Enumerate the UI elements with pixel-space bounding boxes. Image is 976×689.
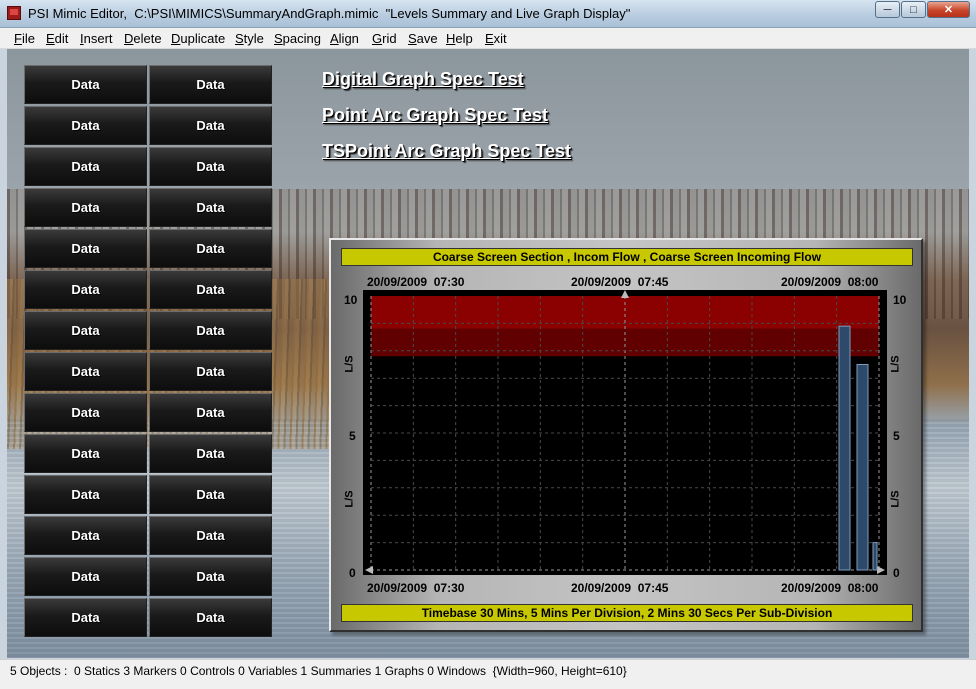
data-button[interactable]: Data [149, 147, 272, 186]
menu-delete[interactable]: Delete [124, 31, 162, 46]
y-tick-left-max: 10 [344, 293, 358, 307]
data-button[interactable]: Data [149, 352, 272, 391]
data-button[interactable]: Data [24, 434, 147, 473]
data-button[interactable]: Data [24, 106, 147, 145]
live-graph[interactable]: Coarse Screen Section , Incom Flow , Coa… [329, 238, 923, 632]
window-title: PSI Mimic Editor, C:\PSI\MIMICS\SummaryA… [28, 6, 631, 21]
data-button[interactable]: Data [24, 352, 147, 391]
data-button[interactable]: Data [24, 147, 147, 186]
y-unit-right-upper: L/S [889, 355, 902, 373]
link-tspoint-arc-graph-spec-test[interactable]: TSPoint Arc Graph Spec Test [322, 141, 571, 162]
mimic-canvas[interactable]: Data Data Data Data Data Data Data Data Data Data… [7, 49, 969, 658]
data-button[interactable]: Data [24, 516, 147, 555]
flow-bar [872, 542, 878, 571]
maximize-button[interactable]: □ [901, 1, 926, 18]
data-button[interactable]: Data [149, 270, 272, 309]
data-button[interactable]: Data [149, 475, 272, 514]
minimize-button[interactable]: ─ [875, 1, 900, 18]
graph-plot-area [363, 290, 887, 575]
menu-bar: File Edit Insert Delete Duplicate Style … [0, 28, 976, 49]
data-button[interactable]: Data [24, 188, 147, 227]
data-button[interactable]: Data [24, 270, 147, 309]
data-button[interactable]: Data [149, 229, 272, 268]
data-button[interactable]: Data [149, 188, 272, 227]
data-button[interactable]: Data [24, 311, 147, 350]
graph-title: Coarse Screen Section , Incom Flow , Coa… [341, 248, 913, 266]
data-button[interactable]: Data [149, 557, 272, 596]
time-label-bottom-start: 20/09/2009 07:30 [367, 581, 465, 595]
data-button[interactable]: Data [149, 393, 272, 432]
menu-save[interactable]: Save [408, 31, 438, 46]
data-button[interactable]: Data [24, 229, 147, 268]
data-button[interactable]: Data [149, 311, 272, 350]
flow-bar [856, 364, 869, 571]
menu-style[interactable]: Style [235, 31, 264, 46]
data-button[interactable]: Data [24, 65, 147, 104]
status-text: 5 Objects : 0 Statics 3 Markers 0 Contro… [10, 664, 627, 678]
close-button[interactable]: ✕ [927, 1, 970, 18]
time-label-top-end: 20/09/2009 08:00 [781, 275, 879, 289]
flow-bar [838, 325, 851, 571]
data-button[interactable]: Data [149, 106, 272, 145]
menu-duplicate[interactable]: Duplicate [171, 31, 225, 46]
data-button[interactable]: Data [24, 557, 147, 596]
menu-help[interactable]: Help [446, 31, 473, 46]
y-tick-right-max: 10 [893, 293, 907, 307]
y-tick-right-mid: 5 [893, 429, 900, 443]
menu-spacing[interactable]: Spacing [274, 31, 321, 46]
time-label-top-start: 20/09/2009 07:30 [367, 275, 465, 289]
status-bar: 5 Objects : 0 Statics 3 Markers 0 Contro… [0, 659, 976, 689]
time-label-bottom-end: 20/09/2009 08:00 [781, 581, 879, 595]
data-button[interactable]: Data [149, 65, 272, 104]
menu-align[interactable]: Align [330, 31, 359, 46]
y-unit-left-lower: L/S [343, 490, 356, 508]
data-button[interactable]: Data [149, 516, 272, 555]
link-digital-graph-spec-test[interactable]: Digital Graph Spec Test [322, 69, 524, 90]
graph-timebase-footer: Timebase 30 Mins, 5 Mins Per Division, 2… [341, 604, 913, 622]
data-button[interactable]: Data [149, 434, 272, 473]
y-unit-left-upper: L/S [343, 355, 356, 373]
menu-exit[interactable]: Exit [485, 31, 507, 46]
title-bar: PSI Mimic Editor, C:\PSI\MIMICS\SummaryA… [0, 0, 976, 28]
window-controls: ─ □ ✕ [874, 1, 970, 18]
y-tick-left-mid: 5 [349, 429, 356, 443]
menu-file[interactable]: File [14, 31, 35, 46]
menu-grid[interactable]: Grid [372, 31, 397, 46]
data-button[interactable]: Data [24, 598, 147, 637]
data-button[interactable]: Data [24, 475, 147, 514]
data-button[interactable]: Data [149, 598, 272, 637]
link-point-arc-graph-spec-test[interactable]: Point Arc Graph Spec Test [322, 105, 548, 126]
y-tick-left-min: 0 [349, 566, 356, 580]
menu-insert[interactable]: Insert [80, 31, 113, 46]
menu-edit[interactable]: Edit [46, 31, 68, 46]
data-button[interactable]: Data [24, 393, 147, 432]
time-label-bottom-mid: 20/09/2009 07:45 [571, 581, 669, 595]
app-icon [7, 6, 21, 20]
y-tick-right-min: 0 [893, 566, 900, 580]
y-unit-right-lower: L/S [889, 490, 902, 508]
alarm-band [371, 296, 879, 329]
time-label-top-mid: 20/09/2009 07:45 [571, 275, 669, 289]
